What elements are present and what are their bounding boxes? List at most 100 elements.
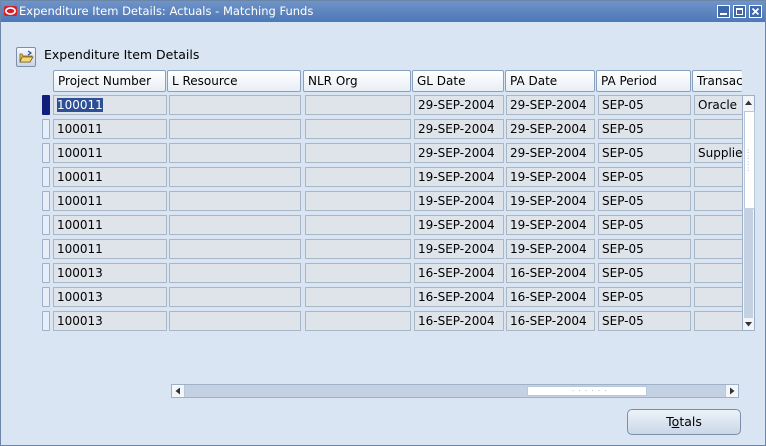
- cell-nlr-org[interactable]: [305, 287, 411, 307]
- cell-l-resource[interactable]: [169, 167, 301, 187]
- cell-pa-date[interactable]: 29-SEP-2004: [506, 119, 595, 139]
- cell-transaction[interactable]: Supplie: [694, 143, 742, 163]
- cell-pa-date[interactable]: 19-SEP-2004: [506, 239, 595, 259]
- record-indicator[interactable]: [42, 191, 50, 211]
- cell-l-resource[interactable]: [169, 95, 301, 115]
- totals-button[interactable]: Totals: [627, 409, 741, 435]
- minimize-button[interactable]: [717, 5, 730, 18]
- cell-transaction[interactable]: [694, 119, 742, 139]
- cell-l-resource[interactable]: [169, 311, 301, 331]
- cell-gl-date[interactable]: 29-SEP-2004: [414, 143, 504, 163]
- cell-project-number[interactable]: 100011: [53, 191, 167, 211]
- cell-pa-date[interactable]: 19-SEP-2004: [506, 191, 595, 211]
- open-folder-button[interactable]: [16, 47, 36, 67]
- cell-project-number[interactable]: 100013: [53, 311, 167, 331]
- cell-gl-date[interactable]: 16-SEP-2004: [414, 311, 504, 331]
- cell-gl-date[interactable]: 19-SEP-2004: [414, 215, 504, 235]
- cell-gl-date[interactable]: 19-SEP-2004: [414, 239, 504, 259]
- column-header-gl-date[interactable]: GL Date: [412, 70, 504, 92]
- cell-l-resource[interactable]: [169, 263, 301, 283]
- column-header-l-resource[interactable]: L Resource: [167, 70, 301, 92]
- column-header-pa-date[interactable]: PA Date: [505, 70, 595, 92]
- vertical-scrollbar[interactable]: : :: :: [742, 95, 755, 331]
- cell-pa-date[interactable]: 16-SEP-2004: [506, 311, 595, 331]
- cell-gl-date[interactable]: 19-SEP-2004: [414, 167, 504, 187]
- scroll-left-button[interactable]: [172, 385, 185, 397]
- cell-pa-period[interactable]: SEP-05: [598, 311, 691, 331]
- title-bar[interactable]: Expenditure Item Details: Actuals - Matc…: [1, 1, 765, 22]
- cell-pa-period[interactable]: SEP-05: [598, 119, 691, 139]
- cell-project-number[interactable]: 100011: [53, 239, 167, 259]
- cell-nlr-org[interactable]: [305, 239, 411, 259]
- vertical-scroll-thumb[interactable]: : :: :: [744, 111, 755, 209]
- cell-transaction[interactable]: [694, 239, 742, 259]
- record-indicator[interactable]: [42, 119, 50, 139]
- cell-project-number[interactable]: 100011: [53, 215, 167, 235]
- horizontal-scrollbar[interactable]: · · · · · ·: [171, 384, 739, 398]
- scroll-up-arrow-icon[interactable]: [743, 97, 754, 109]
- column-header-nlr-org[interactable]: NLR Org: [303, 70, 411, 92]
- cell-transaction[interactable]: Oracle: [694, 95, 742, 115]
- cell-pa-date[interactable]: 19-SEP-2004: [506, 167, 595, 187]
- cell-pa-date[interactable]: 29-SEP-2004: [506, 143, 595, 163]
- cell-l-resource[interactable]: [169, 215, 301, 235]
- cell-nlr-org[interactable]: [305, 311, 411, 331]
- cell-pa-period[interactable]: SEP-05: [598, 215, 691, 235]
- cell-gl-date[interactable]: 29-SEP-2004: [414, 119, 504, 139]
- cell-l-resource[interactable]: [169, 143, 301, 163]
- current-record-indicator[interactable]: [42, 95, 50, 115]
- cell-l-resource[interactable]: [169, 191, 301, 211]
- cell-nlr-org[interactable]: [305, 95, 411, 115]
- record-indicator[interactable]: [42, 239, 50, 259]
- cell-pa-date[interactable]: 19-SEP-2004: [506, 215, 595, 235]
- cell-pa-period[interactable]: SEP-05: [598, 143, 691, 163]
- cell-project-number[interactable]: 100011: [53, 119, 167, 139]
- cell-pa-date[interactable]: 16-SEP-2004: [506, 263, 595, 283]
- record-indicator[interactable]: [42, 263, 50, 283]
- column-header-project-number[interactable]: Project Number: [53, 70, 166, 92]
- cell-gl-date[interactable]: 16-SEP-2004: [414, 287, 504, 307]
- cell-transaction[interactable]: [694, 263, 742, 283]
- cell-transaction[interactable]: [694, 287, 742, 307]
- record-indicator[interactable]: [42, 311, 50, 331]
- horizontal-scroll-thumb[interactable]: · · · · · ·: [527, 386, 647, 396]
- scroll-down-arrow-icon[interactable]: [743, 318, 754, 330]
- record-indicator[interactable]: [42, 287, 50, 307]
- cell-gl-date[interactable]: 29-SEP-2004: [414, 95, 504, 115]
- cell-pa-period[interactable]: SEP-05: [598, 95, 691, 115]
- record-indicator[interactable]: [42, 143, 50, 163]
- vertical-scroll-track[interactable]: [744, 208, 753, 318]
- cell-pa-period[interactable]: SEP-05: [598, 287, 691, 307]
- cell-pa-period[interactable]: SEP-05: [598, 191, 691, 211]
- cell-transaction[interactable]: [694, 311, 742, 331]
- cell-project-number[interactable]: 100011: [53, 167, 167, 187]
- cell-pa-period[interactable]: SEP-05: [598, 239, 691, 259]
- cell-l-resource[interactable]: [169, 287, 301, 307]
- cell-pa-period[interactable]: SEP-05: [598, 263, 691, 283]
- cell-l-resource[interactable]: [169, 119, 301, 139]
- cell-transaction[interactable]: [694, 191, 742, 211]
- cell-pa-period[interactable]: SEP-05: [598, 167, 691, 187]
- scroll-right-button[interactable]: [725, 385, 738, 397]
- cell-pa-date[interactable]: 29-SEP-2004: [506, 95, 595, 115]
- cell-nlr-org[interactable]: [305, 191, 411, 211]
- cell-nlr-org[interactable]: [305, 215, 411, 235]
- column-header-transaction[interactable]: Transac: [692, 70, 742, 92]
- cell-pa-date[interactable]: 16-SEP-2004: [506, 287, 595, 307]
- column-header-pa-period[interactable]: PA Period: [596, 70, 691, 92]
- cell-nlr-org[interactable]: [305, 263, 411, 283]
- close-button[interactable]: [749, 5, 762, 18]
- cell-gl-date[interactable]: 19-SEP-2004: [414, 191, 504, 211]
- cell-transaction[interactable]: [694, 215, 742, 235]
- maximize-button[interactable]: [733, 5, 746, 18]
- cell-l-resource[interactable]: [169, 239, 301, 259]
- cell-project-number[interactable]: 100013: [53, 287, 167, 307]
- cell-project-number[interactable]: 100011: [53, 95, 167, 115]
- cell-project-number[interactable]: 100011: [53, 143, 167, 163]
- cell-project-number[interactable]: 100013: [53, 263, 167, 283]
- cell-nlr-org[interactable]: [305, 143, 411, 163]
- cell-transaction[interactable]: [694, 167, 742, 187]
- cell-nlr-org[interactable]: [305, 119, 411, 139]
- record-indicator[interactable]: [42, 215, 50, 235]
- cell-gl-date[interactable]: 16-SEP-2004: [414, 263, 504, 283]
